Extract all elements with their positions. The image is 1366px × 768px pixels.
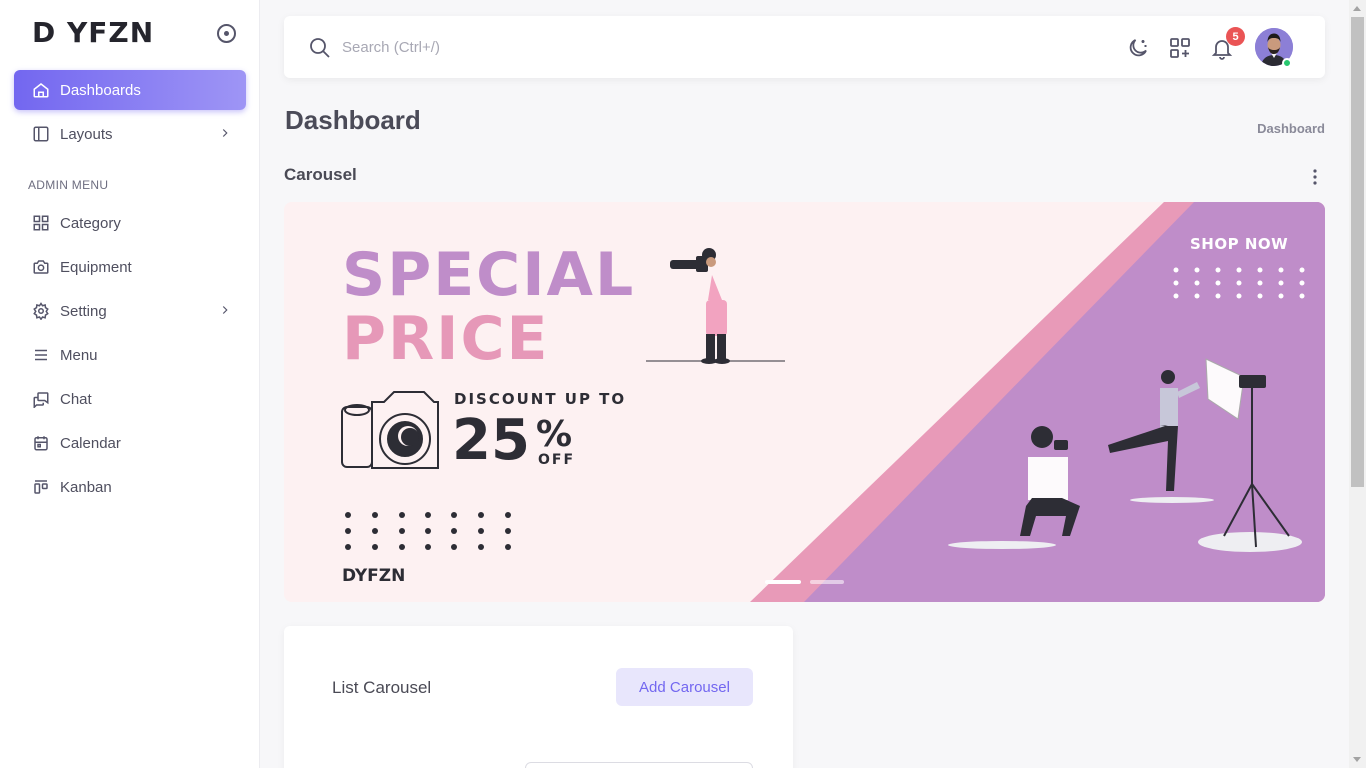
carousel[interactable]: SPECIAL PRICE DISCOUNT UP TO 25 % OFF DY… (284, 202, 1325, 602)
banner-off-label: OFF (538, 452, 576, 468)
sidebar-item-label: Category (60, 214, 121, 232)
carousel-indicator-active[interactable] (765, 580, 801, 584)
notification-badge: 5 (1226, 27, 1245, 46)
sidebar-item-equipment[interactable]: Equipment (14, 247, 246, 287)
more-vertical-icon[interactable] (1308, 168, 1322, 186)
search-icon[interactable] (308, 36, 332, 60)
grid-icon (32, 214, 50, 232)
banner-headline-line1: SPECIAL (342, 240, 636, 310)
sidebar-item-category[interactable]: Category (14, 203, 246, 243)
gear-icon (32, 302, 50, 320)
add-carousel-button[interactable]: Add Carousel (616, 668, 753, 706)
list-carousel-card: List Carousel Add Carousel (284, 626, 793, 768)
sidebar-item-label: Chat (60, 390, 92, 408)
apps-grid-icon[interactable] (1168, 36, 1192, 60)
chevron-right-icon (222, 129, 228, 137)
layout-icon (32, 125, 50, 143)
carousel-indicator[interactable] (810, 580, 844, 584)
sidebar-item-layouts[interactable]: Layouts (14, 114, 246, 154)
page-scrollbar[interactable] (1349, 0, 1366, 768)
sidebar: D YFZN Dashboards Layouts ADMIN MENU Cat… (0, 0, 260, 768)
sidebar-item-menu[interactable]: Menu (14, 335, 246, 375)
banner-discount-sign: % (536, 414, 573, 455)
sidebar-item-label: Menu (60, 346, 98, 364)
chevron-right-icon (222, 306, 228, 314)
banner-discount-label: DISCOUNT UP TO (454, 390, 627, 408)
breadcrumb[interactable]: Dashboard (1257, 121, 1325, 136)
sidebar-item-label: Layouts (60, 125, 113, 143)
brand-logo[interactable]: D YFZN (32, 16, 154, 49)
top-navbar: 5 (284, 16, 1325, 78)
sidebar-item-chat[interactable]: Chat (14, 379, 246, 419)
sidebar-section-label: ADMIN MENU (28, 178, 109, 192)
section-title: Carousel (284, 165, 357, 184)
sidebar-item-label: Equipment (60, 258, 132, 276)
sidebar-item-dashboards[interactable]: Dashboards (14, 70, 246, 110)
chat-icon (32, 390, 50, 408)
scrollbar-thumb[interactable] (1351, 17, 1364, 487)
banner-discount-value: 25 (452, 408, 530, 473)
table-search-field[interactable] (525, 762, 753, 768)
page-title: Dashboard (285, 105, 421, 135)
sidebar-item-label: Dashboards (60, 81, 141, 99)
menu-icon (32, 346, 50, 364)
banner-headline-line2: PRICE (342, 304, 550, 374)
calendar-icon (32, 434, 50, 452)
sidebar-item-label: Setting (60, 302, 107, 320)
home-icon (32, 81, 50, 99)
scroll-up-arrow-icon[interactable] (1353, 6, 1361, 11)
sidebar-item-kanban[interactable]: Kanban (14, 467, 246, 507)
banner-cta[interactable]: SHOP NOW (1190, 235, 1288, 253)
sidebar-item-calendar[interactable]: Calendar (14, 423, 246, 463)
sidebar-toggle-icon[interactable] (217, 24, 236, 43)
card-title: List Carousel (332, 678, 432, 697)
search-input[interactable] (342, 36, 702, 58)
sidebar-item-label: Calendar (60, 434, 121, 452)
online-status-dot (1282, 58, 1292, 68)
sidebar-item-setting[interactable]: Setting (14, 291, 246, 331)
banner-logo: DYFZN (342, 566, 406, 586)
scroll-down-arrow-icon[interactable] (1353, 757, 1361, 762)
sidebar-item-label: Kanban (60, 478, 112, 496)
kanban-icon (32, 478, 50, 496)
camera-icon (32, 258, 50, 276)
moon-icon[interactable] (1126, 36, 1150, 60)
